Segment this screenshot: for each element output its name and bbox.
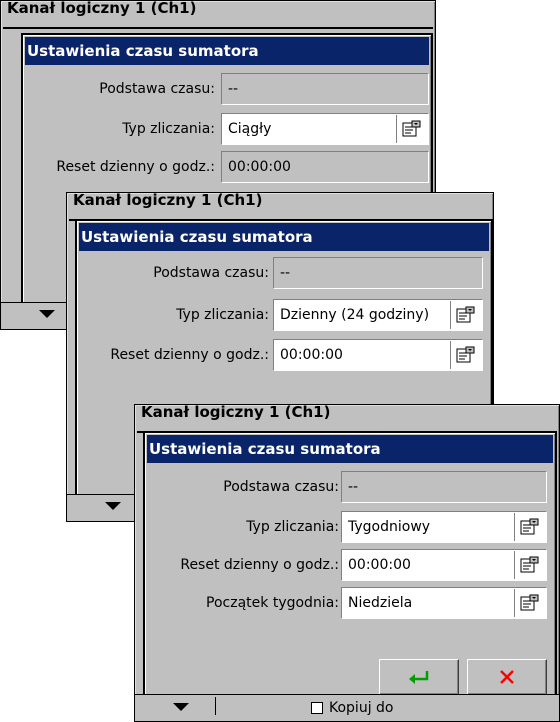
count-type-field[interactable]: Dzienny (24 godziny) (273, 299, 483, 331)
properties-icon (520, 518, 539, 535)
count-type-field[interactable]: Tygodniowy (341, 511, 547, 543)
screen-3: Kanał logiczny 1 (Ch1) Ustawienia czasu … (134, 404, 560, 722)
toolbar-separator (215, 697, 216, 715)
count-type-value: Ciągły (228, 121, 272, 137)
daily-reset-label: Reset dzienny o godz.: (56, 159, 215, 175)
time-base-field: -- (221, 73, 429, 105)
background-window-title-text: Kanał logiczny 1 (Ch1) (7, 1, 197, 17)
background-window-title-text: Kanał logiczny 1 (Ch1) (73, 193, 263, 209)
week-start-field[interactable]: Niedziela (341, 587, 547, 619)
edit-properties-button[interactable] (450, 301, 481, 329)
dialog-title: Ustawienia czasu sumatora (79, 223, 489, 251)
daily-reset-label: Reset dzienny o godz.: (110, 347, 269, 363)
count-type-value: Tygodniowy (348, 519, 431, 535)
background-window-title: Kanał logiczny 1 (Ch1) (137, 405, 557, 433)
time-base-label: Podstawa czasu: (153, 265, 269, 281)
scroll-down-icon[interactable] (173, 703, 189, 711)
daily-reset-field[interactable]: 00:00:00 (273, 339, 483, 371)
time-base-label: Podstawa czasu: (223, 479, 339, 495)
scroll-down-icon[interactable] (39, 310, 55, 318)
count-type-label: Typ zliczania: (246, 519, 339, 535)
settings-dialog: Ustawienia czasu sumatora Podstawa czasu… (143, 431, 557, 701)
enter-arrow-icon (409, 671, 429, 684)
daily-reset-value: 00:00:00 (348, 557, 411, 573)
count-type-label: Typ zliczania: (122, 121, 215, 137)
copy-to-label: Kopiuj do (329, 700, 394, 716)
time-base-field: -- (341, 471, 547, 503)
x-icon (500, 670, 514, 684)
daily-reset-field[interactable]: 00:00:00 (341, 549, 547, 581)
background-window-title-text: Kanał logiczny 1 (Ch1) (141, 405, 331, 421)
edit-properties-button[interactable] (514, 589, 545, 617)
edit-properties-button[interactable] (514, 551, 545, 579)
properties-icon (402, 120, 421, 137)
daily-reset-field: 00:00:00 (221, 151, 429, 183)
week-start-label: Początek tygodnia: (206, 595, 339, 611)
daily-reset-label: Reset dzienny o godz.: (180, 557, 339, 573)
properties-icon (456, 346, 475, 363)
properties-icon (520, 594, 539, 611)
copy-to-button[interactable]: Kopiuj do (311, 697, 394, 719)
ok-button[interactable] (379, 659, 459, 695)
dialog-title: Ustawienia czasu sumatora (25, 37, 429, 65)
count-type-label: Typ zliczania: (176, 307, 269, 323)
edit-properties-button[interactable] (450, 341, 481, 369)
week-start-value: Niedziela (348, 595, 413, 611)
background-window-title: Kanał logiczny 1 (Ch1) (3, 1, 433, 29)
background-window-title: Kanał logiczny 1 (Ch1) (69, 193, 491, 221)
bottom-toolbar: Kopiuj do (135, 694, 559, 721)
copy-icon (311, 702, 323, 714)
properties-icon (520, 556, 539, 573)
count-type-field[interactable]: Ciągły (221, 113, 429, 145)
time-base-field: -- (273, 257, 483, 289)
count-type-value: Dzienny (24 godziny) (280, 307, 430, 323)
dialog-title: Ustawienia czasu sumatora (147, 435, 553, 463)
cancel-button[interactable] (467, 659, 547, 695)
daily-reset-value: 00:00:00 (280, 347, 343, 363)
scroll-down-icon[interactable] (105, 502, 121, 510)
edit-properties-button[interactable] (514, 513, 545, 541)
properties-icon (456, 306, 475, 323)
time-base-label: Podstawa czasu: (99, 81, 215, 97)
edit-properties-button[interactable] (396, 115, 427, 143)
